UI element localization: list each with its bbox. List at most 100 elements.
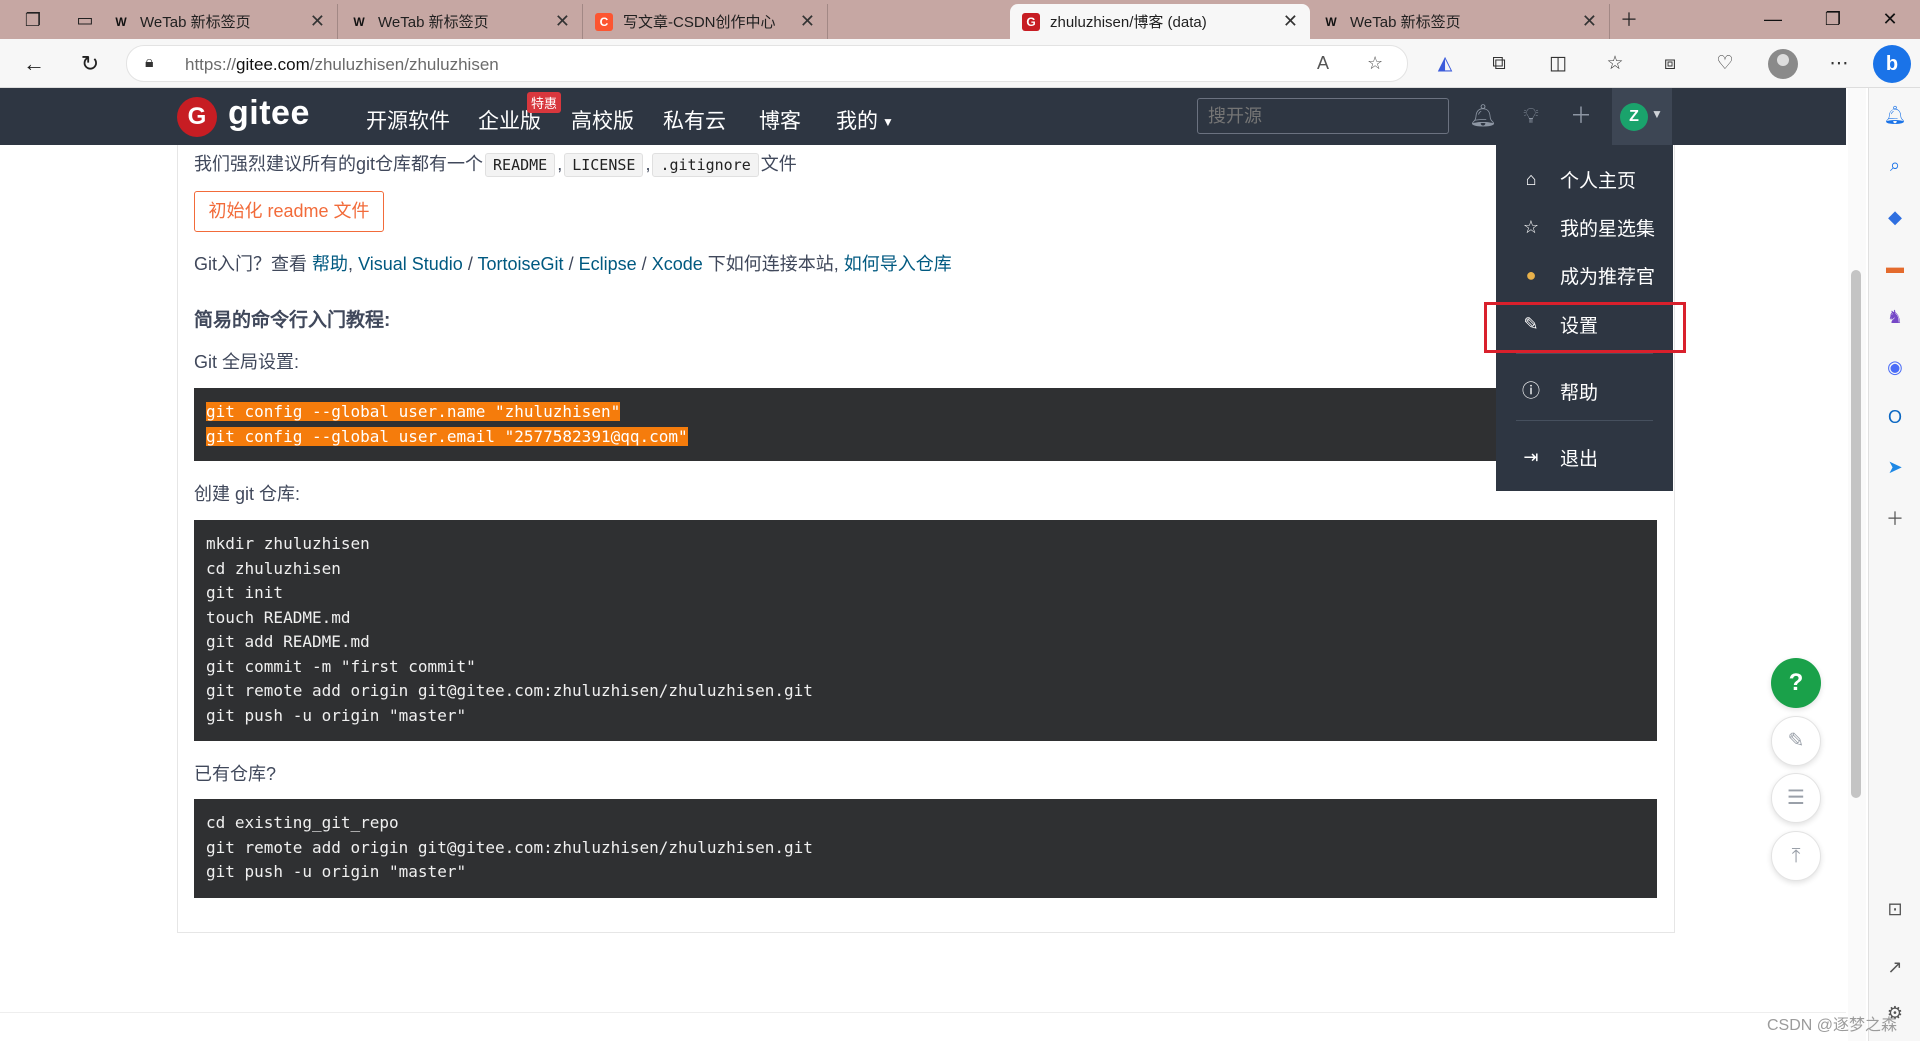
create-repo-code[interactable]: mkdir zhuluzhisen cd zhuluzhisen git ini… bbox=[194, 520, 1657, 741]
create-repo-label: 创建 git 仓库: bbox=[194, 484, 301, 504]
intro-suffix: 文件 bbox=[760, 154, 797, 174]
read-aloud-icon[interactable]: A bbox=[1317, 53, 1329, 74]
games-icon[interactable]: ♞ bbox=[1882, 304, 1908, 330]
menu-item-label: 帮助 bbox=[1560, 382, 1599, 404]
menu-item-stars[interactable]: ☆ 我的星选集 bbox=[1496, 205, 1673, 249]
readme-recommendation: 我们强烈建议所有的git仓库都有一个 README, LICENSE, .gitign… bbox=[194, 150, 797, 177]
favorites-icon[interactable]: ☆ bbox=[1600, 49, 1630, 79]
close-window-icon[interactable]: ✕ bbox=[1860, 0, 1920, 39]
footer-divider bbox=[0, 1012, 1846, 1013]
close-tab-icon[interactable]: ✕ bbox=[1582, 11, 1597, 32]
code-line: git remote add origin git@gitee.com:zhul… bbox=[206, 681, 813, 700]
help-float-button[interactable]: ? bbox=[1771, 658, 1821, 708]
tools-icon[interactable]: ▬ bbox=[1882, 254, 1908, 280]
menu-item-referrer[interactable]: ● 成为推荐官 bbox=[1496, 253, 1673, 297]
code-line: git commit -m "first commit" bbox=[206, 656, 476, 676]
address-bar-row: ← ↻ 🔒︎ https://gitee.com/zhuluzhisen/zhu… bbox=[0, 39, 1920, 88]
highlight-box bbox=[1484, 302, 1686, 353]
caret-down-icon[interactable]: ▼ bbox=[1651, 107, 1663, 121]
collections-icon[interactable]: ⧈ bbox=[1655, 49, 1685, 79]
add-sidebar-item-icon[interactable]: ＋ bbox=[1882, 506, 1908, 532]
shopping-tag-icon[interactable]: ◆ bbox=[1882, 204, 1908, 230]
nav-education[interactable]: 高校版 bbox=[571, 105, 634, 135]
global-settings-label: Git 全局设置: bbox=[194, 352, 300, 372]
visual-studio-link[interactable]: Visual Studio bbox=[358, 254, 463, 274]
code-line: git remote add origin git@gitee.com:zhul… bbox=[206, 837, 813, 857]
existing-repo-code[interactable]: cd existing_git_repo git remote add orig… bbox=[194, 799, 1657, 898]
back-to-top-icon[interactable]: ⤒ bbox=[1771, 831, 1821, 881]
code-line: git init bbox=[206, 583, 284, 602]
global-settings-code[interactable]: git config --global user.name "zhuluzhis… bbox=[194, 388, 1657, 461]
plus-create-icon[interactable]: ＋ bbox=[1566, 101, 1596, 131]
bing-copilot-icon[interactable]: b bbox=[1873, 45, 1911, 83]
help-link[interactable]: 帮助 bbox=[312, 254, 348, 274]
more-options-icon[interactable]: ⋯ bbox=[1824, 49, 1854, 79]
copilot-icon[interactable]: ◉ bbox=[1882, 354, 1908, 380]
split-screen-icon[interactable]: ◫ bbox=[1543, 49, 1573, 79]
profile-avatar[interactable] bbox=[1768, 49, 1798, 79]
nav-open-source[interactable]: 开源软件 bbox=[366, 105, 450, 135]
tab-title: WeTab 新标签页 bbox=[1350, 14, 1461, 31]
browser-tab[interactable]: W WeTab 新标签页 ✕ bbox=[1310, 4, 1610, 39]
caret-down-icon: ▼ bbox=[882, 115, 894, 130]
wetab-icon: W bbox=[353, 14, 365, 29]
lightbulb-icon[interactable]: 💡︎ bbox=[1516, 101, 1546, 131]
tab-actions-icon[interactable]: ▭ bbox=[70, 6, 100, 34]
scrollbar-thumb[interactable] bbox=[1851, 270, 1861, 798]
browser-tab[interactable]: W WeTab 新标签页 ✕ bbox=[338, 4, 583, 39]
comment-icon[interactable]: ☰ bbox=[1771, 773, 1821, 823]
eclipse-link[interactable]: Eclipse bbox=[579, 254, 637, 274]
minimize-icon[interactable]: — bbox=[1743, 0, 1803, 39]
tab-title: WeTab 新标签页 bbox=[140, 14, 251, 31]
send-icon[interactable]: ➤ bbox=[1882, 454, 1908, 480]
browser-tab[interactable]: C 写文章-CSDN创作中心 ✕ bbox=[583, 4, 828, 39]
menu-item-help[interactable]: ⓘ 帮助 bbox=[1496, 369, 1673, 413]
performance-icon[interactable]: ♡ bbox=[1710, 49, 1740, 79]
close-tab-icon[interactable]: ✕ bbox=[800, 11, 815, 32]
menu-item-logout[interactable]: ⇥ 退出 bbox=[1496, 435, 1673, 479]
import-repo-link[interactable]: 如何导入仓库 bbox=[844, 254, 952, 274]
promo-badge: 特惠 bbox=[527, 92, 562, 113]
menu-item-label: 个人主页 bbox=[1560, 170, 1637, 192]
wetab-icon: W bbox=[1325, 14, 1337, 29]
restore-icon[interactable]: ❐ bbox=[1803, 0, 1863, 39]
link-separator: , bbox=[348, 254, 354, 274]
workspaces-icon[interactable]: ❐ bbox=[18, 6, 48, 34]
search-icon[interactable]: ⌕ bbox=[1882, 152, 1908, 178]
open-external-icon[interactable]: ↗ bbox=[1882, 954, 1908, 980]
refresh-icon[interactable]: ↻ bbox=[74, 48, 106, 80]
init-readme-button[interactable]: 初始化 readme 文件 bbox=[194, 191, 384, 232]
menu-item-profile[interactable]: ⌂ 个人主页 bbox=[1496, 157, 1673, 201]
url-text[interactable]: https://gitee.com/zhuluzhisen/zhuluzhise… bbox=[185, 55, 499, 75]
close-tab-icon[interactable]: ✕ bbox=[1283, 11, 1298, 32]
address-bar[interactable]: 🔒︎ https://gitee.com/zhuluzhisen/zhuluzh… bbox=[126, 45, 1408, 82]
new-tab-icon[interactable]: ＋ bbox=[1614, 6, 1644, 34]
nav-blog[interactable]: 博客 bbox=[759, 105, 801, 135]
git-help-middle: 下如何连接本站, bbox=[707, 254, 839, 274]
gitee-header: G gitee 开源软件 企业版 特惠 高校版 私有云 博客 我的▼ 🔔︎ 💡︎… bbox=[0, 88, 1846, 145]
tab-strip: ❐ ▭ W WeTab 新标签页 ✕ W WeTab 新标签页 ✕ C 写文章-… bbox=[0, 0, 1920, 39]
notification-bell-icon[interactable]: 🔔︎ bbox=[1468, 101, 1498, 131]
close-tab-icon[interactable]: ✕ bbox=[310, 11, 325, 32]
browser-tab-active[interactable]: G zhuluzhisen/博客 (data) ✕ bbox=[1010, 4, 1310, 39]
back-icon[interactable]: ← bbox=[18, 48, 50, 80]
gitee-logo-icon[interactable]: G bbox=[177, 97, 217, 137]
screenshot-icon[interactable]: ⊡ bbox=[1882, 896, 1908, 922]
close-tab-icon[interactable]: ✕ bbox=[555, 11, 570, 32]
nav-mine[interactable]: 我的 ▼ bbox=[836, 105, 894, 135]
extensions-puzzle-icon[interactable]: ⧉ bbox=[1484, 49, 1514, 79]
outlook-icon[interactable]: O bbox=[1882, 404, 1908, 430]
user-avatar[interactable]: Z bbox=[1620, 103, 1648, 131]
xcode-link[interactable]: Xcode bbox=[652, 254, 703, 274]
browser-tab[interactable]: W WeTab 新标签页 ✕ bbox=[100, 4, 338, 39]
feedback-edit-icon[interactable]: ✎ bbox=[1771, 716, 1821, 766]
favorite-star-icon[interactable]: ☆ bbox=[1367, 53, 1383, 74]
help-icon: ⓘ bbox=[1522, 381, 1540, 401]
tortoisegit-link[interactable]: TortoiseGit bbox=[478, 254, 564, 274]
gitee-logo-text[interactable]: gitee bbox=[228, 94, 310, 133]
search-input[interactable] bbox=[1197, 98, 1449, 134]
notification-bell-icon[interactable]: 🔔︎ bbox=[1882, 102, 1908, 128]
selected-code-text: git config --global user.email "25775823… bbox=[206, 426, 688, 446]
extension-icon[interactable]: ◭ bbox=[1430, 49, 1460, 79]
nav-private-cloud[interactable]: 私有云 bbox=[663, 105, 726, 135]
